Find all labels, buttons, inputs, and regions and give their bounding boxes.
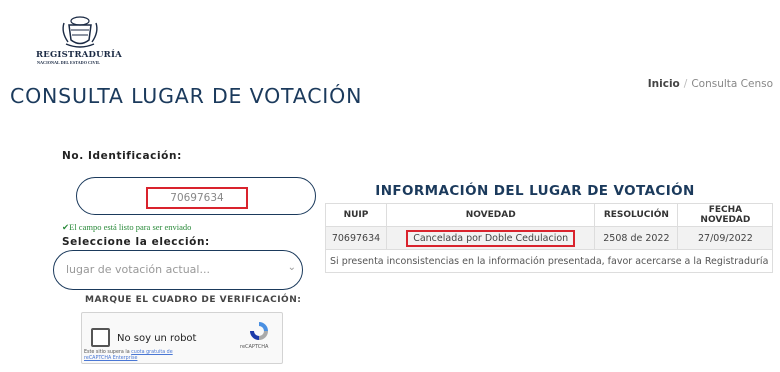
election-select-placeholder: lugar de votación actual... bbox=[66, 263, 210, 276]
registraduria-logo: REGISTRADURÍA NACIONAL DEL ESTADO CIVIL bbox=[36, 14, 126, 68]
info-table: NUIP NOVEDAD RESOLUCIÓN FECHA NOVEDAD 70… bbox=[324, 203, 774, 273]
novedad-highlight: Cancelada por Doble Cedulacion bbox=[406, 229, 576, 247]
recaptcha-widget: No soy un robot reCAPTCHA Este sitio sup… bbox=[81, 312, 283, 364]
info-title: INFORMACIÓN DEL LUGAR DE VOTACIÓN bbox=[375, 183, 695, 199]
recaptcha-brand: reCAPTCHA bbox=[240, 344, 269, 350]
recaptcha-checkbox[interactable] bbox=[91, 328, 110, 347]
column-header-resolucion: RESOLUCIÓN bbox=[594, 203, 679, 227]
breadcrumb-current: Consulta Censo bbox=[691, 78, 773, 90]
logo-subtext: NACIONAL DEL ESTADO CIVIL bbox=[37, 60, 101, 65]
column-header-fecha: FECHA NOVEDAD bbox=[677, 203, 774, 227]
breadcrumb-separator: / bbox=[683, 78, 688, 90]
logo-text: REGISTRADURÍA bbox=[36, 50, 122, 60]
recaptcha-fine-print: Este sitio supera la cuota gratuita de r… bbox=[84, 350, 194, 361]
column-header-novedad: NOVEDAD bbox=[385, 203, 596, 227]
table-header-row: NUIP NOVEDAD RESOLUCIÓN FECHA NOVEDAD bbox=[325, 203, 774, 227]
breadcrumb-home-link[interactable]: Inicio bbox=[648, 78, 680, 90]
cell-nuip: 70697634 bbox=[325, 226, 387, 250]
cell-fecha: 27/09/2022 bbox=[677, 226, 774, 250]
recaptcha-label: No soy un robot bbox=[117, 333, 197, 344]
election-select[interactable]: lugar de votación actual... ⌄ bbox=[53, 250, 303, 290]
id-label: No. Identificación: bbox=[62, 150, 182, 162]
info-note: Si presenta inconsistencias en la inform… bbox=[324, 249, 774, 273]
id-value[interactable]: 70697634 bbox=[146, 187, 248, 209]
recaptcha-fine-print-text: Este sitio supera la bbox=[84, 350, 130, 355]
breadcrumb: Inicio / Consulta Censo bbox=[648, 78, 773, 90]
table-row: 70697634 Cancelada por Doble Cedulacion … bbox=[325, 226, 774, 250]
election-select-label: Seleccione la elección: bbox=[62, 236, 210, 248]
table-note-row: Si presenta inconsistencias en la inform… bbox=[324, 249, 774, 273]
captcha-label: MARQUE EL CUADRO DE VERIFICACIÓN: bbox=[85, 295, 302, 305]
validation-message: ✔El campo está listo para ser enviado bbox=[62, 222, 192, 232]
cell-resolucion: 2508 de 2022 bbox=[594, 226, 679, 250]
cell-novedad: Cancelada por Doble Cedulacion bbox=[385, 226, 596, 250]
page-title: CONSULTA LUGAR DE VOTACIÓN bbox=[10, 84, 363, 108]
column-header-nuip: NUIP bbox=[325, 203, 387, 227]
coat-of-arms-icon bbox=[62, 16, 98, 48]
recaptcha-icon bbox=[250, 322, 268, 340]
chevron-down-icon: ⌄ bbox=[287, 262, 296, 273]
